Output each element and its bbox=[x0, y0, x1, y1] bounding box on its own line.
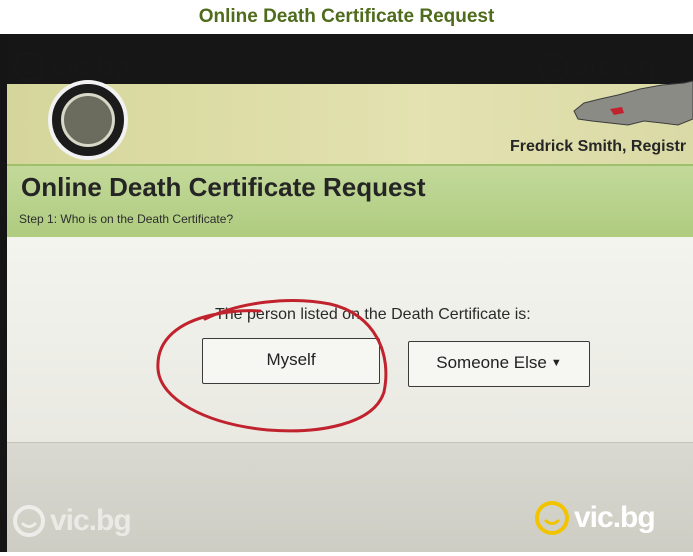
screen-bezel-left bbox=[0, 34, 7, 552]
smiley-icon bbox=[13, 505, 45, 537]
smiley-icon bbox=[537, 51, 569, 83]
myself-label: Myself bbox=[266, 350, 316, 369]
myself-button[interactable]: Myself bbox=[202, 338, 380, 384]
state-map-icon bbox=[573, 80, 693, 126]
watermark-text: vic.bg bbox=[574, 50, 656, 83]
screen-photo: Fredrick Smith, Registr Online Death Cer… bbox=[0, 34, 693, 552]
form-header: Online Death Certificate Request Step 1:… bbox=[7, 164, 693, 239]
registrar-name: Fredrick Smith, Registr bbox=[510, 138, 687, 155]
watermark-top-right: vic.bg bbox=[536, 50, 656, 84]
watermark-bottom-right: vic.bg bbox=[534, 500, 656, 536]
form-body: The person listed on the Death Certifica… bbox=[7, 237, 693, 442]
smiley-icon bbox=[535, 501, 569, 535]
someone-else-dropdown[interactable]: Someone Else ▼ bbox=[408, 341, 590, 387]
smiley-icon bbox=[13, 51, 45, 83]
someone-else-label: Someone Else bbox=[436, 353, 547, 372]
form-heading: Online Death Certificate Request bbox=[21, 172, 426, 202]
watermark-text: vic.bg bbox=[574, 501, 656, 534]
watermark-bottom-left: vic.bg bbox=[12, 504, 132, 538]
question-prompt: The person listed on the Death Certifica… bbox=[215, 306, 531, 323]
watermark-text: vic.bg bbox=[50, 50, 132, 83]
step-indicator: Step 1: Who is on the Death Certificate? bbox=[19, 212, 234, 226]
county-seal-logo bbox=[48, 80, 128, 160]
watermark-text: vic.bg bbox=[50, 504, 132, 537]
page-title: Online Death Certificate Request bbox=[198, 6, 495, 27]
seal-emblem-icon bbox=[61, 93, 115, 147]
caret-down-icon: ▼ bbox=[550, 357, 562, 369]
watermark-top-left: vic.bg bbox=[12, 50, 132, 84]
